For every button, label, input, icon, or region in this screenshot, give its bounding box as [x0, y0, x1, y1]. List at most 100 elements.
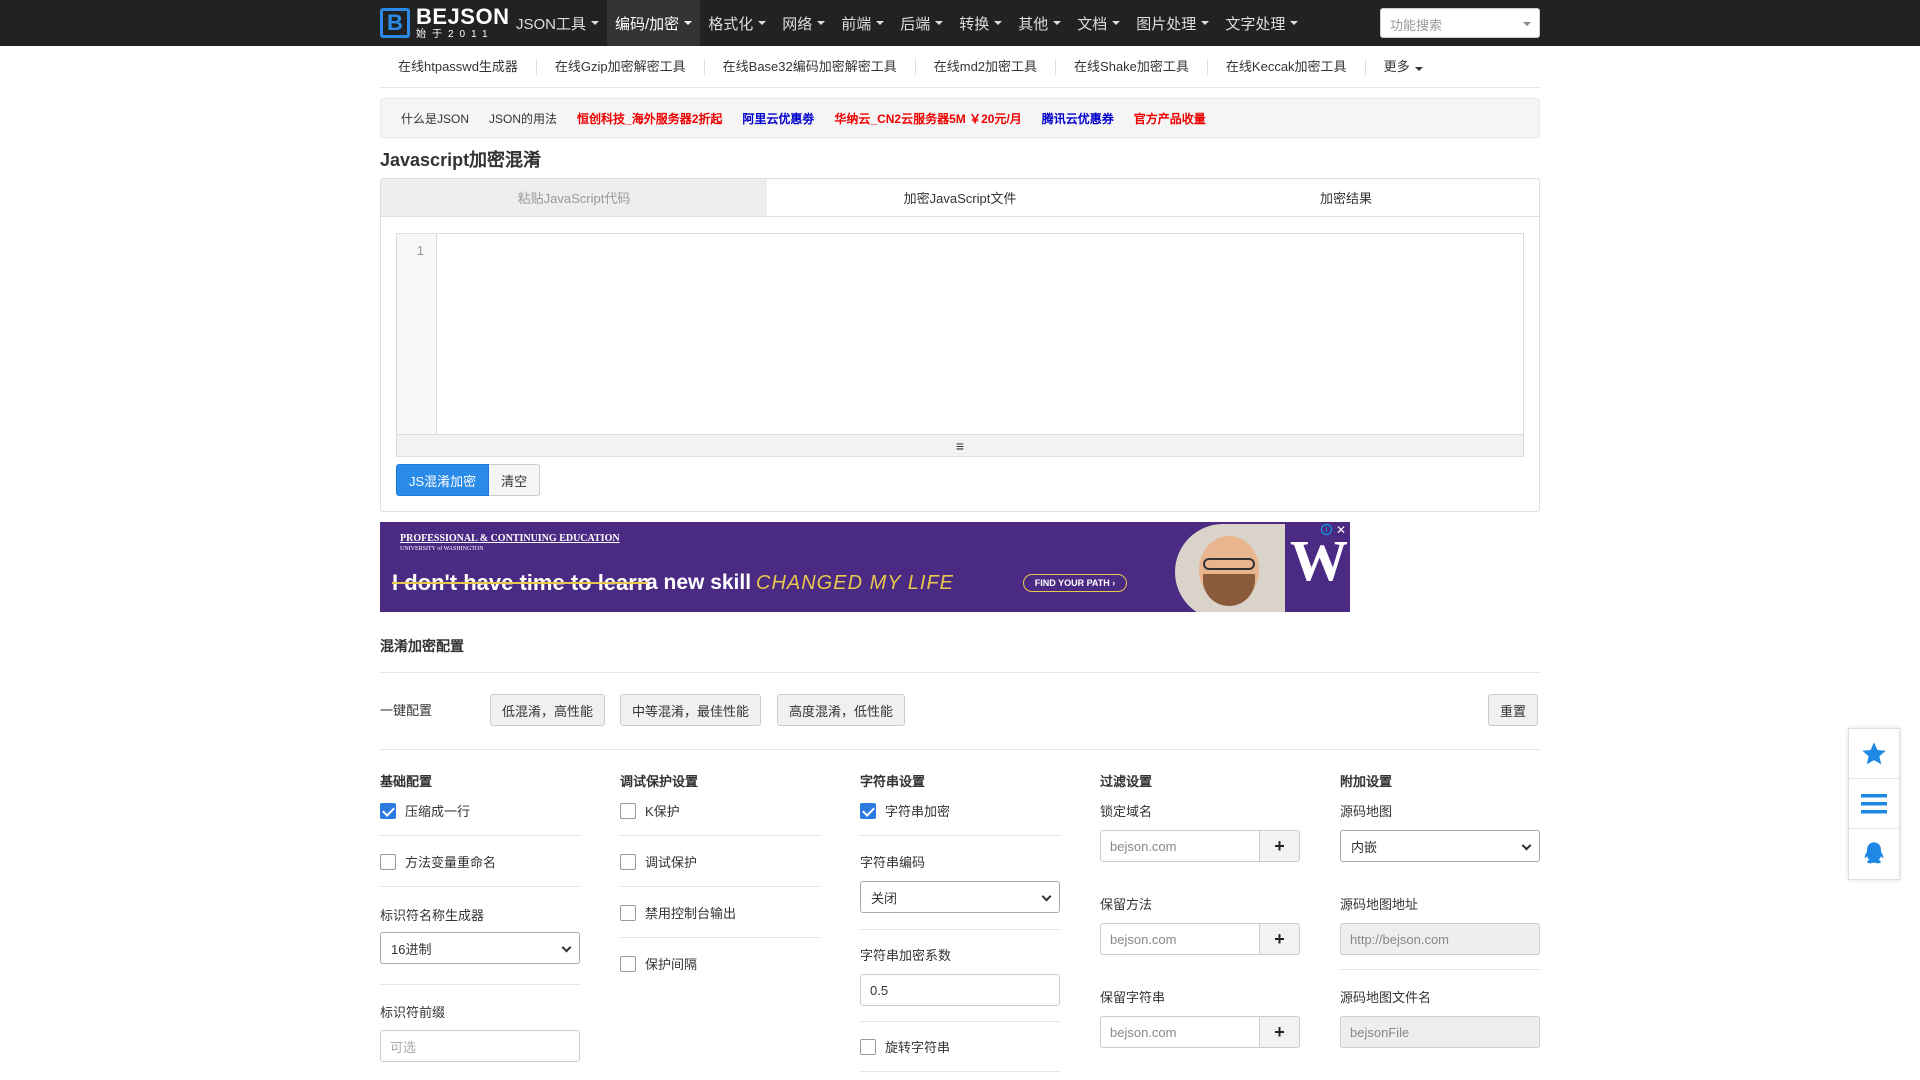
caret-down-icon	[1112, 21, 1121, 25]
threshold-input[interactable]: 0.5	[860, 974, 1060, 1006]
promo-link-bar: 什么是JSON JSON的用法 恒创科技_海外服务器2折起 阿里云优惠劵 华纳云…	[380, 98, 1540, 138]
caret-down-icon	[994, 21, 1003, 25]
subnav-more[interactable]: 更多	[1366, 59, 1441, 75]
reset-button[interactable]: 重置	[1488, 694, 1539, 726]
link-official-products[interactable]: 官方产品收量	[1134, 110, 1206, 127]
k-protect-checkbox[interactable]: K保护	[620, 801, 680, 820]
preset-high-button[interactable]: 高度混淆，低性能	[777, 694, 906, 726]
divider	[620, 835, 820, 836]
checkbox-icon	[620, 904, 636, 921]
caret-down-icon	[591, 21, 600, 25]
reserved-strings-input[interactable]: bejson.com	[1100, 1016, 1260, 1048]
ad-info-icon[interactable]: i	[1321, 524, 1332, 535]
link-promo-hengchuang[interactable]: 恒创科技_海外服务器2折起	[577, 110, 722, 127]
ad-close-icon[interactable]: ✕	[1336, 523, 1346, 537]
caret-down-icon	[1290, 21, 1299, 25]
link-promo-huana[interactable]: 华纳云_CN2云服务器5M ￥20元/月	[834, 110, 1021, 127]
sourcemap-url-input[interactable]: http://bejson.com	[1340, 923, 1540, 955]
nav-item-docs[interactable]: 文档	[1069, 0, 1128, 46]
caret-down-icon	[1053, 21, 1062, 25]
reserved-strings-group: bejson.com +	[1100, 1016, 1300, 1048]
nav-item-json-tools[interactable]: JSON工具	[508, 0, 607, 46]
clear-button[interactable]: 清空	[489, 464, 541, 496]
divider	[380, 886, 580, 887]
divider	[620, 937, 820, 938]
link-promo-tencent[interactable]: 腾讯云优惠券	[1042, 110, 1114, 127]
domain-lock-input[interactable]: bejson.com	[1100, 830, 1260, 862]
compact-checkbox[interactable]: 压缩成一行	[380, 801, 470, 820]
ad-cta-button[interactable]: FIND YOUR PATH ›	[1023, 574, 1127, 592]
checkbox-icon	[380, 853, 396, 870]
subnav-link-htpasswd[interactable]: 在线htpasswd生成器	[380, 58, 537, 75]
domain-lock-label: 锁定域名	[1100, 804, 1153, 819]
page-title: Javascript加密混淆	[380, 150, 542, 170]
favorite-button[interactable]	[1849, 729, 1899, 779]
nav-item-frontend[interactable]: 前端	[833, 0, 892, 46]
tab-paste-code[interactable]: 粘贴JavaScript代码	[381, 179, 767, 216]
ad-person-photo	[1175, 524, 1285, 612]
prefix-input[interactable]: 可选	[380, 1030, 580, 1062]
reserved-methods-input[interactable]: bejson.com	[1100, 923, 1260, 955]
subnav-link-shake[interactable]: 在线Shake加密工具	[1056, 58, 1208, 75]
preset-low-button[interactable]: 低混淆，高性能	[490, 694, 606, 726]
subnav-link-md2[interactable]: 在线md2加密工具	[916, 58, 1057, 75]
sourcemap-file-input[interactable]: bejsonFile	[1340, 1016, 1540, 1048]
generator-select[interactable]: 16进制	[380, 932, 580, 964]
uw-logo: W	[1290, 528, 1348, 593]
bejson-logo[interactable]: B BEJSON 始于2011	[380, 6, 509, 40]
checkbox-checked-icon	[860, 802, 876, 819]
nav-item-format[interactable]: 格式化	[700, 0, 774, 46]
preset-medium-button[interactable]: 中等混淆，最佳性能	[620, 694, 762, 726]
line-number-gutter: 1	[397, 234, 437, 434]
add-domain-button[interactable]: +	[1260, 830, 1300, 862]
nav-item-other[interactable]: 其他	[1010, 0, 1069, 46]
chevron-down-icon	[1521, 840, 1532, 851]
caret-down-icon	[935, 21, 944, 25]
editor-resize-handle-icon[interactable]: ≡	[397, 434, 1523, 456]
disable-console-checkbox[interactable]: 禁用控制台输出	[620, 903, 736, 922]
divider	[380, 984, 580, 985]
interval-checkbox[interactable]: 保护间隔	[620, 954, 697, 973]
subnav-link-base32[interactable]: 在线Base32编码加密解密工具	[705, 58, 916, 75]
nav-item-encode-encrypt[interactable]: 编码/加密	[607, 0, 701, 46]
nav-item-image[interactable]: 图片处理	[1128, 0, 1217, 46]
sourcemap-file-label: 源码地图文件名	[1340, 990, 1432, 1005]
rotate-string-checkbox[interactable]: 旋转字符串	[860, 1037, 950, 1056]
encoding-select[interactable]: 关闭	[860, 881, 1060, 913]
caret-down-icon	[684, 21, 693, 25]
divider	[380, 672, 1540, 673]
nav-item-text[interactable]: 文字处理	[1217, 0, 1306, 46]
link-what-is-json[interactable]: 什么是JSON	[401, 110, 469, 127]
sourcemap-select[interactable]: 内嵌	[1340, 830, 1540, 862]
caret-down-icon	[876, 21, 885, 25]
encoding-label: 字符串编码	[860, 855, 926, 870]
nav-item-backend[interactable]: 后端	[892, 0, 951, 46]
caret-down-icon	[1523, 22, 1531, 26]
add-string-button[interactable]: +	[1260, 1016, 1300, 1048]
menu-button[interactable]	[1849, 779, 1899, 829]
caret-down-icon	[1414, 66, 1423, 71]
feature-search-select[interactable]: 功能搜索	[1380, 8, 1540, 38]
add-method-button[interactable]: +	[1260, 923, 1300, 955]
ad-banner[interactable]: PROFESSIONAL & CONTINUING EDUCATION UNIV…	[380, 522, 1350, 612]
filter-config-title: 过滤设置	[1100, 774, 1153, 789]
tab-result[interactable]: 加密结果	[1153, 179, 1539, 216]
line-number: 1	[416, 243, 424, 258]
config-title: 混淆加密配置	[380, 638, 464, 654]
string-encrypt-checkbox[interactable]: 字符串加密	[860, 801, 950, 820]
subnav-link-keccak[interactable]: 在线Keccak加密工具	[1208, 58, 1366, 75]
debug-protect-checkbox[interactable]: 调试保护	[620, 852, 697, 871]
code-editor[interactable]: 1 ≡	[396, 233, 1524, 457]
link-json-usage[interactable]: JSON的用法	[489, 110, 557, 127]
caret-down-icon	[817, 21, 826, 25]
nav-item-network[interactable]: 网络	[774, 0, 833, 46]
nav-item-convert[interactable]: 转换	[951, 0, 1010, 46]
tab-encrypt-file[interactable]: 加密JavaScript文件	[767, 179, 1153, 216]
js-obfuscate-button[interactable]: JS混淆加密	[396, 464, 490, 496]
checkbox-checked-icon	[380, 802, 396, 819]
qq-button[interactable]	[1849, 829, 1899, 879]
divider	[860, 1071, 1060, 1072]
rename-checkbox[interactable]: 方法变量重命名	[380, 852, 496, 871]
subnav-link-gzip[interactable]: 在线Gzip加密解密工具	[537, 58, 705, 75]
link-promo-aliyun[interactable]: 阿里云优惠劵	[742, 110, 814, 127]
